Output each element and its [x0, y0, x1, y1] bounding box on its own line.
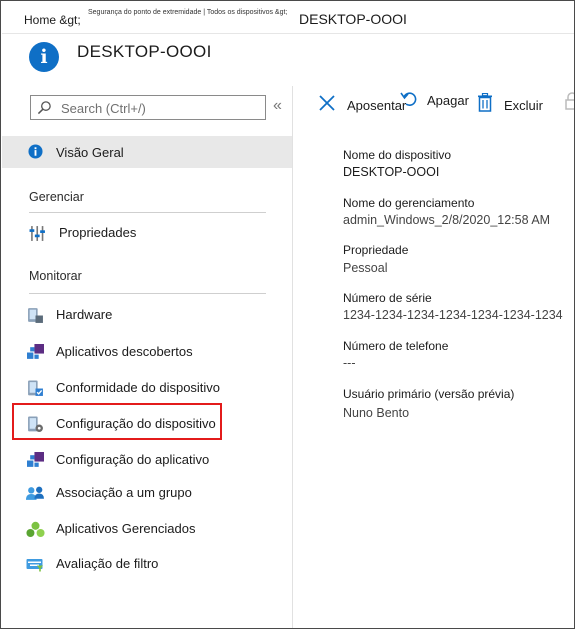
info-icon: i [29, 42, 59, 72]
wipe-button[interactable]: Apagar [421, 90, 473, 116]
nav-item-filter-evaluation[interactable]: Avaliação de filtro [2, 549, 292, 579]
page-header: i DESKTOP-OOOI [2, 34, 574, 86]
management-name-label: Nome do gerenciamento [343, 196, 475, 210]
device-name-label: Nome do dispositivo [343, 148, 452, 162]
nav-item-overview[interactable]: Visão Geral [2, 136, 292, 168]
breadcrumb-home-link[interactable]: Home &gt; [24, 13, 81, 27]
command-bar: Aposentar Apagar Excluir [294, 86, 574, 124]
highlight-annotation [12, 403, 222, 440]
nav-item-label: Propriedades [59, 225, 137, 240]
primary-user-value: Nuno Bento [343, 406, 410, 420]
nav-item-label: Conformidade do dispositivo [56, 380, 221, 395]
serial-number-label: Número de série [343, 291, 432, 305]
retire-button[interactable]: Aposentar [318, 90, 407, 116]
delete-button[interactable]: Excluir [477, 90, 543, 116]
wipe-label: Apagar [427, 93, 469, 108]
hardware-icon [28, 308, 43, 323]
page-title: DESKTOP-OOOI [77, 42, 212, 61]
collapse-panel-button[interactable]: « [273, 97, 282, 115]
app-configuration-icon [27, 452, 44, 467]
nav-item-label: Hardware [56, 307, 113, 322]
search-input[interactable] [61, 99, 261, 117]
serial-number-value: 1234-1234-1234-1234-1234-1234-1234 [343, 308, 563, 322]
nav-item-app-configuration[interactable]: Configuração do aplicativo [2, 445, 292, 475]
trash-icon [478, 93, 492, 112]
info-icon [28, 144, 43, 159]
breadcrumb: Home &gt; Segurança do ponto de extremid… [2, 2, 574, 34]
delete-label: Excluir [504, 98, 544, 113]
nav-item-label: Associação a um grupo [56, 485, 192, 500]
nav-item-label: Avaliação de filtro [56, 556, 159, 571]
breadcrumb-current: DESKTOP-OOOI [299, 11, 407, 27]
device-compliance-icon [28, 380, 43, 396]
nav-item-device-compliance[interactable]: Conformidade do dispositivo [2, 373, 292, 403]
discovered-apps-icon [27, 344, 44, 359]
nav-item-managed-apps[interactable]: Aplicativos Gerenciados [2, 514, 292, 544]
nav-item-hardware[interactable]: Hardware [2, 300, 292, 330]
undo-icon[interactable] [400, 90, 418, 108]
close-icon [319, 95, 335, 111]
nav-item-label: Aplicativos descobertos [56, 344, 193, 359]
nav-item-label: Aplicativos Gerenciados [56, 521, 196, 536]
left-nav-panel: « Visão Geral Gerenciar Propriedades [2, 86, 293, 628]
filter-evaluation-icon [26, 559, 43, 572]
phone-number-label: Número de telefone [343, 339, 449, 353]
section-divider [29, 212, 266, 213]
window-frame: Home &gt; Segurança do ponto de extremid… [0, 0, 575, 629]
section-divider [29, 293, 266, 294]
nav-item-label: Visão Geral [56, 145, 124, 160]
properties-icon [29, 226, 45, 241]
lock-icon[interactable] [565, 92, 575, 110]
search-icon [37, 101, 51, 115]
primary-user-label: Usuário primário (versão prévia) [343, 387, 515, 401]
retire-label: Aposentar [347, 98, 407, 113]
group-membership-icon [26, 486, 44, 500]
management-name-value: admin_Windows_2/8/2020_12:58 AM [343, 213, 551, 227]
search-box[interactable] [30, 95, 266, 120]
nav-item-label: Configuração do aplicativo [56, 452, 210, 467]
section-title-monitor: Monitorar [29, 269, 82, 283]
nav-item-group-membership[interactable]: Associação a um grupo [2, 478, 292, 508]
managed-apps-icon [26, 521, 45, 537]
nav-item-discovered-apps[interactable]: Aplicativos descobertos [2, 337, 292, 367]
phone-number-value: --- [343, 356, 356, 370]
device-overview-panel: Aposentar Apagar Excluir Nome do disposi… [294, 86, 574, 628]
device-name-value: DESKTOP-OOOI [343, 165, 440, 179]
breadcrumb-section-link[interactable]: Segurança do ponto de extremidade | Todo… [88, 9, 287, 16]
ownership-value: Pessoal [343, 261, 388, 275]
section-title-manage: Gerenciar [29, 190, 84, 204]
ownership-label: Propriedade [343, 243, 409, 257]
nav-item-properties[interactable]: Propriedades [2, 218, 292, 248]
